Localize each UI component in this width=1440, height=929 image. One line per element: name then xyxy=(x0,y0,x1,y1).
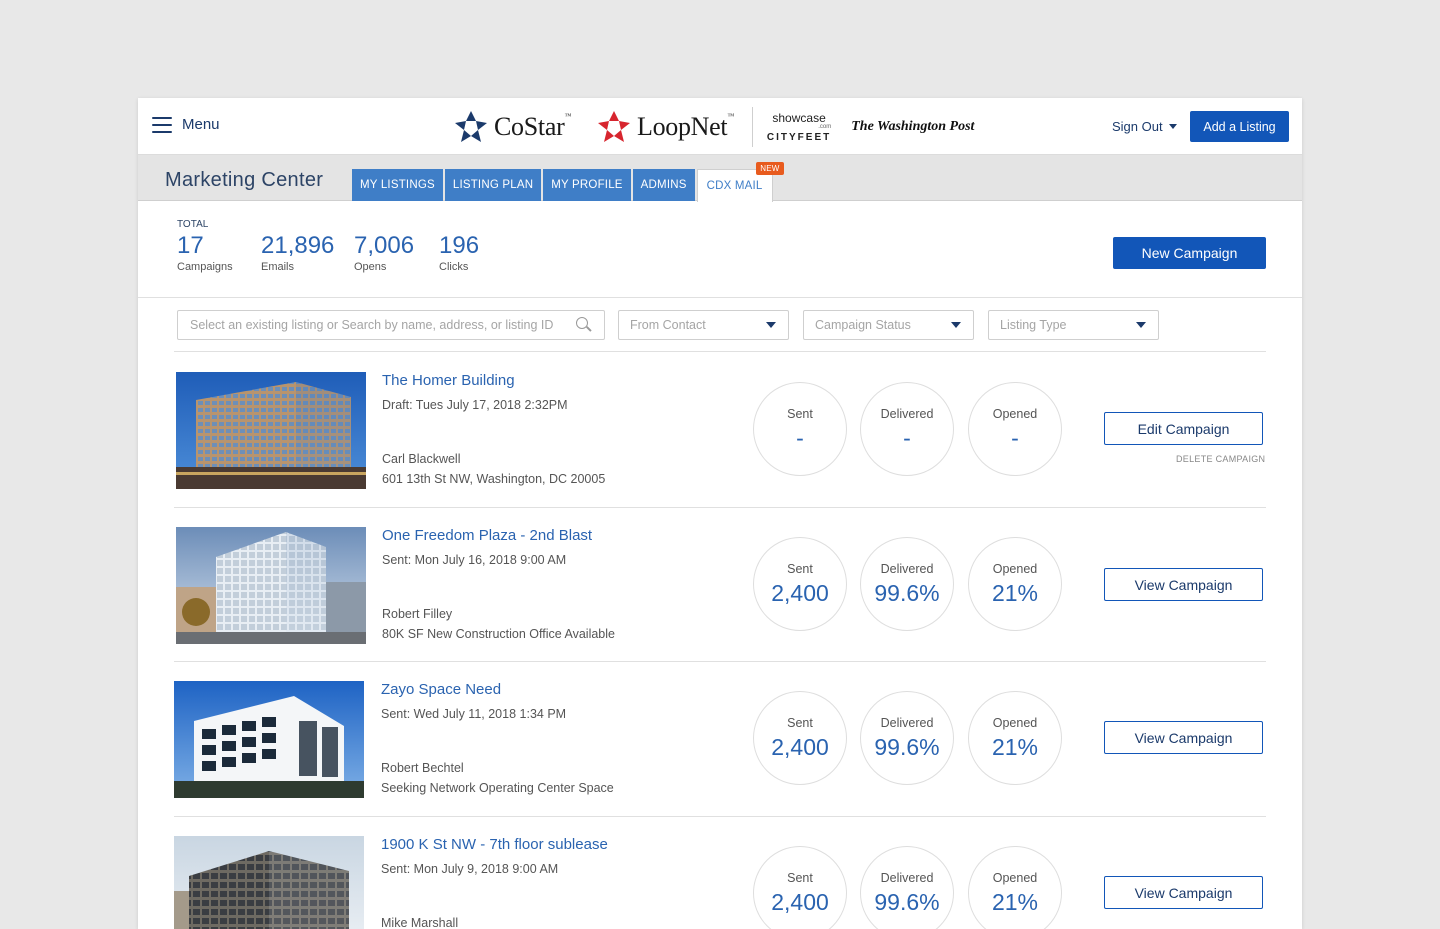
campaign-info: The Homer Building Draft: Tues July 17, … xyxy=(382,372,742,486)
campaign-date: Sent: Mon July 9, 2018 9:00 AM xyxy=(381,862,559,876)
campaign-date: Draft: Tues July 17, 2018 2:32PM xyxy=(382,398,568,412)
campaign-info: One Freedom Plaza - 2nd Blast Sent: Mon … xyxy=(382,527,742,641)
filter-bar: From Contact Campaign Status Listing Typ… xyxy=(174,310,1266,352)
page-title: Marketing Center xyxy=(165,169,324,191)
add-listing-button[interactable]: Add a Listing xyxy=(1190,111,1289,142)
sent-stat: Sent 2,400 xyxy=(753,537,847,631)
view-campaign-button[interactable]: View Campaign xyxy=(1104,721,1263,754)
opened-stat: Opened - xyxy=(968,382,1062,476)
search-input[interactable] xyxy=(190,318,576,332)
stat-value: 21,896 xyxy=(261,232,335,259)
tab-my-listings[interactable]: MY LISTINGS xyxy=(352,169,443,201)
view-campaign-button[interactable]: View Campaign xyxy=(1104,876,1263,909)
campaign-owner: Robert Filley xyxy=(382,607,453,621)
campaign-owner: Carl Blackwell xyxy=(382,452,461,466)
tab-admins[interactable]: ADMINS xyxy=(632,169,695,201)
search-icon[interactable] xyxy=(576,317,592,333)
stat-label: Clicks xyxy=(439,261,469,273)
select-value: From Contact xyxy=(630,318,706,332)
sent-stat: Sent - xyxy=(753,382,847,476)
loopnet-logo[interactable]: LoopNet™ xyxy=(597,110,734,144)
campaign-row: The Homer Building Draft: Tues July 17, … xyxy=(174,353,1266,508)
campaign-title-link[interactable]: Zayo Space Need xyxy=(381,681,741,698)
new-campaign-button[interactable]: New Campaign xyxy=(1113,237,1266,269)
stat-campaigns: 17 Campaigns xyxy=(177,232,233,273)
campaign-address: 601 13th St NW, Washington, DC 20005 xyxy=(382,472,606,486)
listing-thumbnail[interactable] xyxy=(174,681,364,798)
delete-campaign-link[interactable]: DELETE CAMPAIGN xyxy=(1176,454,1265,464)
campaign-info: Zayo Space Need Sent: Wed July 11, 2018 … xyxy=(381,681,741,795)
menu-button[interactable]: Menu xyxy=(152,116,220,133)
stat-label: Opens xyxy=(354,261,387,273)
opened-stat: Opened 21% xyxy=(968,691,1062,785)
campaign-status-select[interactable]: Campaign Status xyxy=(803,310,974,340)
menu-label: Menu xyxy=(182,116,220,133)
app-frame: Menu CoStar™ LoopNet™ showcase .com CITY… xyxy=(138,98,1302,929)
select-value: Campaign Status xyxy=(815,318,911,332)
stat-clicks: 196 Clicks xyxy=(439,232,479,273)
costar-logo[interactable]: CoStar™ xyxy=(454,110,571,144)
sent-stat: Sent 2,400 xyxy=(753,846,847,929)
sign-out-dropdown[interactable]: Sign Out xyxy=(1112,119,1177,134)
campaign-row: One Freedom Plaza - 2nd Blast Sent: Mon … xyxy=(174,508,1266,662)
brand-bar: CoStar™ LoopNet™ showcase .com CITYFEET … xyxy=(454,106,974,148)
tab-bar: MY LISTINGS LISTING PLAN MY PROFILE ADMI… xyxy=(352,162,784,202)
campaign-info: 1900 K St NW - 7th floor sublease Sent: … xyxy=(381,836,741,929)
listing-thumbnail[interactable] xyxy=(176,372,366,489)
stat-label: Emails xyxy=(261,261,295,273)
sent-stat: Sent 2,400 xyxy=(753,691,847,785)
search-box[interactable] xyxy=(177,310,605,340)
listing-thumbnail[interactable] xyxy=(174,836,364,929)
opened-stat: Opened 21% xyxy=(968,537,1062,631)
stat-value: 196 xyxy=(439,232,480,259)
listing-type-select[interactable]: Listing Type xyxy=(988,310,1159,340)
chevron-down-icon xyxy=(766,322,776,328)
brand-divider xyxy=(751,107,753,147)
view-campaign-button[interactable]: View Campaign xyxy=(1104,568,1263,601)
campaign-owner: Mike Marshall xyxy=(381,916,459,929)
caret-down-icon xyxy=(1168,124,1177,129)
delivered-stat: Delivered 99.6% xyxy=(860,691,954,785)
edit-campaign-button[interactable]: Edit Campaign xyxy=(1104,412,1263,445)
tab-my-profile[interactable]: MY PROFILE xyxy=(543,169,631,201)
marketing-center-bar: Marketing Center MY LISTINGS LISTING PLA… xyxy=(138,155,1302,202)
listing-thumbnail[interactable] xyxy=(176,527,366,644)
tab-cdx-mail[interactable]: CDX MAIL NEW xyxy=(696,162,784,202)
new-badge: NEW xyxy=(756,162,784,175)
stat-label: Campaigns xyxy=(177,261,233,273)
campaign-row: 1900 K St NW - 7th floor sublease Sent: … xyxy=(174,817,1266,929)
campaign-title-link[interactable]: One Freedom Plaza - 2nd Blast xyxy=(382,527,742,544)
chevron-down-icon xyxy=(1136,322,1146,328)
chevron-down-icon xyxy=(951,322,961,328)
campaign-date: Sent: Mon July 16, 2018 9:00 AM xyxy=(382,553,567,567)
stat-value: 7,006 xyxy=(354,232,415,259)
campaign-owner: Robert Bechtel xyxy=(381,761,464,775)
total-label: TOTAL xyxy=(177,219,209,230)
costar-star-icon xyxy=(455,111,487,142)
stat-emails: 21,896 Emails xyxy=(261,232,334,273)
campaign-address: Seeking Network Operating Center Space xyxy=(381,781,614,795)
delivered-stat: Delivered 99.6% xyxy=(860,846,954,929)
loopnet-star-icon xyxy=(598,111,630,142)
delivered-stat: Delivered - xyxy=(860,382,954,476)
stats-summary: TOTAL 17 Campaigns 21,896 Emails 7,006 O… xyxy=(138,202,1302,298)
select-value: Listing Type xyxy=(1000,318,1067,332)
sign-out-label: Sign Out xyxy=(1112,119,1163,134)
delivered-stat: Delivered 99.6% xyxy=(860,537,954,631)
campaign-title-link[interactable]: The Homer Building xyxy=(382,372,742,389)
from-contact-select[interactable]: From Contact xyxy=(618,310,789,340)
washington-post-logo[interactable]: The Washington Post xyxy=(851,119,974,135)
opened-stat: Opened 21% xyxy=(968,846,1062,929)
stat-opens: 7,006 Opens xyxy=(354,232,414,273)
campaign-title-link[interactable]: 1900 K St NW - 7th floor sublease xyxy=(381,836,741,853)
tab-listing-plan[interactable]: LISTING PLAN xyxy=(444,169,542,201)
campaign-address: 80K SF New Construction Office Available xyxy=(382,627,615,641)
top-nav: Menu CoStar™ LoopNet™ showcase .com CITY… xyxy=(138,98,1302,155)
tab-cdx-mail-label: CDX MAIL xyxy=(706,180,763,192)
hamburger-icon xyxy=(152,116,172,133)
showcase-cityfeet-logo[interactable]: showcase .com CITYFEET xyxy=(767,112,831,143)
campaign-row: Zayo Space Need Sent: Wed July 11, 2018 … xyxy=(174,662,1266,817)
stat-value: 17 xyxy=(177,232,204,259)
campaign-date: Sent: Wed July 11, 2018 1:34 PM xyxy=(381,707,567,721)
